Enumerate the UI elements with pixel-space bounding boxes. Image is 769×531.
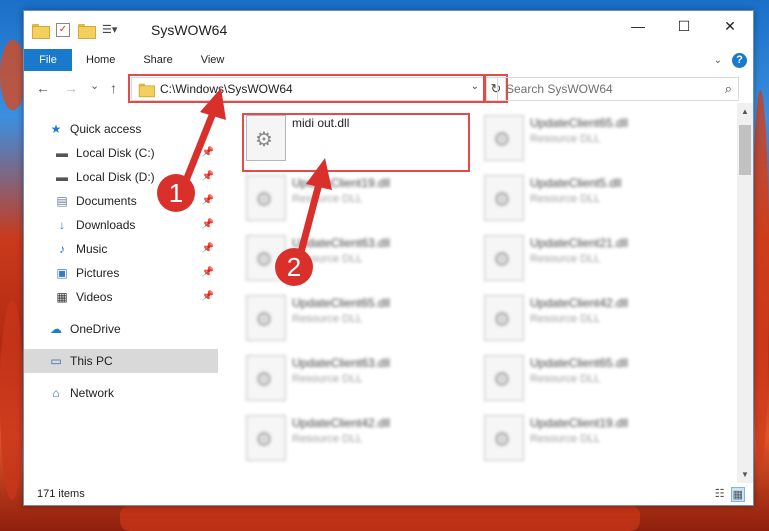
file-item[interactable]: UpdateClient65.dllResource DLL <box>464 351 684 409</box>
sidebar-item-quick-access[interactable]: ★ Quick access <box>24 117 218 141</box>
file-item[interactable]: UpdateClient65.dllResource DLL <box>464 111 684 169</box>
search-icon[interactable]: ⌕ <box>725 81 732 97</box>
drive-icon: ▬ <box>56 170 68 184</box>
scroll-down-icon[interactable]: ▼ <box>741 470 749 479</box>
dll-file-icon <box>246 355 286 401</box>
dll-file-icon <box>246 415 286 461</box>
address-highlight-box <box>128 74 485 103</box>
sidebar-item-music[interactable]: ♪ Music 📌 <box>24 237 218 261</box>
properties-icon[interactable]: ✓ <box>56 23 70 37</box>
pin-icon[interactable]: 📌 <box>202 195 214 206</box>
music-icon: ♪ <box>59 242 65 256</box>
file-item[interactable]: UpdateClient19.dllResource DLL <box>226 171 446 229</box>
new-folder-icon[interactable] <box>78 23 96 39</box>
recent-locations-button[interactable]: ⌄ <box>90 79 99 92</box>
status-bar: 171 items ☷ ▦ <box>24 483 753 505</box>
forward-button[interactable]: → <box>64 80 78 96</box>
drive-icon: ▬ <box>56 146 68 160</box>
file-item[interactable]: UpdateClient42.dllResource DLL <box>464 291 684 349</box>
pin-icon[interactable]: 📌 <box>202 291 214 302</box>
star-icon: ★ <box>50 122 62 136</box>
dll-file-icon <box>484 355 524 401</box>
documents-icon: ▤ <box>56 194 68 208</box>
item-count: 171 items <box>37 488 85 500</box>
sidebar-item-onedrive[interactable]: ☁ OneDrive <box>24 317 218 341</box>
expand-ribbon-icon[interactable]: ⌄ <box>714 55 722 66</box>
dll-file-icon <box>484 115 524 161</box>
search-placeholder: Search SysWOW64 <box>506 82 613 96</box>
scroll-thumb[interactable] <box>739 125 751 175</box>
back-button[interactable]: ← <box>36 80 50 96</box>
dll-file-icon <box>484 295 524 341</box>
downloads-icon: ↓ <box>59 218 65 232</box>
file-item[interactable]: UpdateClient21.dllResource DLL <box>464 231 684 289</box>
step-badge-2: 2 <box>275 248 313 286</box>
cloud-icon: ☁ <box>50 322 62 336</box>
up-button[interactable]: ↑ <box>110 80 117 96</box>
pin-icon[interactable]: 📌 <box>202 243 214 254</box>
pin-icon[interactable]: 📌 <box>202 171 214 182</box>
dll-file-icon <box>484 175 524 221</box>
close-button[interactable]: ✕ <box>707 11 753 41</box>
vertical-scrollbar[interactable]: ▲ ▼ <box>737 103 753 483</box>
title-bar: ✓ ☰▾ SysWOW64 — ☐ ✕ <box>24 11 753 53</box>
background-foliage <box>752 90 769 470</box>
computer-icon: ▭ <box>50 354 62 368</box>
ribbon-tabs: File Home Share View ⌄ ? <box>24 49 753 71</box>
scroll-up-icon[interactable]: ▲ <box>741 107 749 116</box>
customize-toolbar-icon[interactable]: ☰▾ <box>102 23 117 37</box>
sidebar-item-this-pc[interactable]: ▭ This PC <box>24 349 218 373</box>
window-title: SysWOW64 <box>151 22 228 38</box>
sidebar-item-network[interactable]: ⌂ Network <box>24 381 218 405</box>
videos-icon: ▦ <box>56 290 68 304</box>
pictures-icon: ▣ <box>56 266 68 280</box>
file-item[interactable]: UpdateClient5.dllResource DLL <box>464 171 684 229</box>
sidebar-item-downloads[interactable]: ↓ Downloads 📌 <box>24 213 218 237</box>
file-tab[interactable]: File <box>24 49 72 71</box>
pin-icon[interactable]: 📌 <box>202 147 214 158</box>
file-item[interactable]: UpdateClient63.dllResource DLL <box>226 231 446 289</box>
quick-access-toolbar: ✓ ☰▾ <box>32 23 117 39</box>
navigation-bar: ← → ⌄ ↑ C:\Windows\SysWOW64 ⌄ ↻ Search S… <box>24 74 753 103</box>
file-explorer-window: ✓ ☰▾ SysWOW64 — ☐ ✕ File Home Share View… <box>23 10 754 506</box>
tab-view[interactable]: View <box>187 54 239 66</box>
step-badge-1: 1 <box>157 174 195 212</box>
sidebar-item-pictures[interactable]: ▣ Pictures 📌 <box>24 261 218 285</box>
help-icon[interactable]: ? <box>732 52 747 68</box>
pin-icon[interactable]: 📌 <box>202 219 214 230</box>
large-icons-view-icon[interactable]: ▦ <box>730 487 745 502</box>
search-input[interactable]: Search SysWOW64 ⌕ <box>497 77 739 101</box>
maximize-button[interactable]: ☐ <box>661 11 707 41</box>
dll-file-icon <box>246 295 286 341</box>
dll-file-icon <box>246 175 286 221</box>
file-item[interactable]: UpdateClient19.dllResource DLL <box>464 411 684 469</box>
network-icon: ⌂ <box>52 386 60 400</box>
pin-icon[interactable]: 📌 <box>202 267 214 278</box>
dll-file-icon <box>484 235 524 281</box>
background-foliage <box>120 505 640 531</box>
tab-share[interactable]: Share <box>129 54 186 66</box>
file-item[interactable]: UpdateClient63.dllResource DLL <box>226 351 446 409</box>
file-item[interactable]: UpdateClient65.dllResource DLL <box>226 291 446 349</box>
sidebar-item-local-disk-c[interactable]: ▬ Local Disk (C:) 📌 <box>24 141 218 165</box>
details-view-icon[interactable]: ☷ <box>715 487 725 502</box>
file-highlight-box <box>242 113 470 172</box>
background-foliage <box>0 300 24 500</box>
folder-icon[interactable] <box>32 23 50 39</box>
navigation-pane: ★ Quick access ▬ Local Disk (C:) 📌 ▬ Loc… <box>24 117 218 483</box>
file-item[interactable]: UpdateClient42.dllResource DLL <box>226 411 446 469</box>
dll-file-icon <box>484 415 524 461</box>
sidebar-item-videos[interactable]: ▦ Videos 📌 <box>24 285 218 309</box>
minimize-button[interactable]: — <box>615 11 661 41</box>
tab-home[interactable]: Home <box>72 54 129 66</box>
